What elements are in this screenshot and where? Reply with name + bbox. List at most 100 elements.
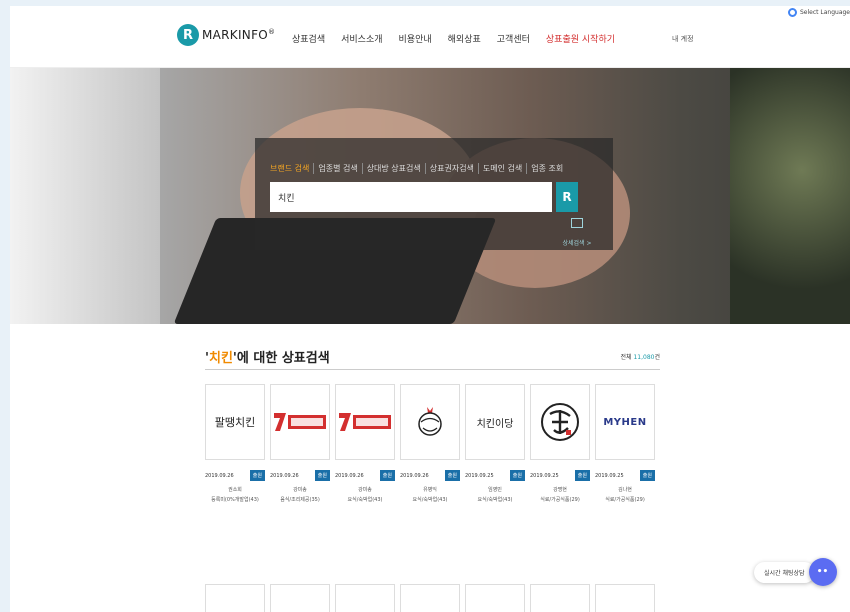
result-class: 등록미(0%개발업(43) [211, 497, 259, 503]
trademark-image[interactable] [400, 384, 460, 460]
status-badge: 출원 [444, 470, 460, 481]
result-owner: 강미송 [358, 487, 372, 493]
chat-bubble-icon[interactable]: •• [808, 558, 837, 586]
status-badge: 출원 [249, 470, 265, 481]
nav-item-service-intro[interactable]: 서비스소개 [341, 32, 382, 45]
result-class: 음식/조리제공(35) [280, 497, 320, 503]
trademark-image[interactable] [530, 384, 590, 460]
result-card[interactable]: 2019.09.26 출원 강미송 음식/조리제공(35) [270, 384, 330, 503]
results-header: '치킨'에 대한 상표검색 전체 11,080건 [205, 344, 660, 370]
result-meta: 2019.09.26 출원 [400, 470, 460, 481]
trademark-image[interactable] [595, 584, 655, 612]
trademark-image[interactable] [530, 584, 590, 612]
result-meta: 2019.09.25 출원 [595, 470, 655, 481]
site-logo[interactable]: R MARKINFO® [177, 24, 275, 46]
result-card[interactable]: 치킨이당 2019.09.25 출원 임영민 요식/숙박업(43) [465, 384, 525, 503]
results-grid: 팔땡치킨 2019.09.26 출원 권소희 등록미(0%개발업(43) 201… [205, 384, 660, 503]
result-owner: 김나현 [618, 487, 632, 493]
detail-search-label: 상세검색 > [562, 240, 592, 247]
tab-industry-search[interactable]: 업종별 검색 [318, 163, 363, 174]
status-badge: 출원 [574, 470, 590, 481]
trademark-image[interactable]: 팔땡치킨 [205, 384, 265, 460]
logo-wordmark: MARKINFO [202, 28, 269, 42]
result-date: 2019.09.25 [465, 472, 494, 479]
results-count: 전체 11,080건 [621, 352, 660, 361]
tab-industry-lookup[interactable]: 업종 조회 [531, 163, 567, 174]
result-owner: 권소희 [228, 487, 242, 493]
nav-item-support[interactable]: 고객센터 [497, 32, 530, 45]
result-owner: 유병익 [423, 487, 437, 493]
result-owner: 임영민 [488, 487, 502, 493]
tab-owner-search[interactable]: 상표권자검색 [430, 163, 479, 174]
result-card[interactable]: 2019.09.26 출원 강미송 요식/숙박업(43) [335, 384, 395, 503]
search-tabs: 브랜드 검색 업종별 검색 상대방 상표검색 상표권자검색 도메인 검색 업종 … [270, 163, 571, 174]
result-date: 2019.09.26 [205, 472, 234, 479]
result-meta: 2019.09.26 출원 [270, 470, 330, 481]
trademark-image[interactable] [465, 584, 525, 612]
result-meta: 2019.09.25 출원 [530, 470, 590, 481]
search-input[interactable] [270, 182, 552, 212]
result-class: 식료/가공식품(29) [605, 497, 645, 503]
result-date: 2019.09.25 [530, 472, 559, 479]
tab-domain-search[interactable]: 도메인 검색 [483, 163, 528, 174]
result-date: 2019.09.26 [270, 472, 299, 479]
trademark-image-text: 팔땡치킨 [214, 416, 256, 429]
status-badge: 출원 [509, 470, 525, 481]
trademark-image[interactable] [335, 584, 395, 612]
trademark-image-text: 치킨이당 [476, 418, 514, 430]
language-label: Select Language [799, 9, 850, 16]
result-date: 2019.09.26 [400, 472, 429, 479]
results-count-suffix: 건 [654, 354, 660, 361]
my-account-link[interactable]: 내 계정 [672, 34, 694, 44]
nav-item-trademark-search[interactable]: 상표검색 [292, 32, 325, 45]
search-button[interactable]: R [556, 182, 578, 212]
trademark-image[interactable]: 치킨이당 [465, 384, 525, 460]
trademark-image[interactable] [270, 384, 330, 460]
trademark-image[interactable] [205, 584, 265, 612]
result-card[interactable]: 2019.09.25 출원 강명현 식료/가공식품(29) [530, 384, 590, 503]
result-card[interactable]: MYHEN 2019.09.25 출원 김나현 식료/가공식품(29) [595, 384, 655, 503]
status-badge: 출원 [639, 470, 655, 481]
hero-laptop-lid [10, 68, 160, 324]
result-meta: 2019.09.26 출원 [335, 470, 395, 481]
results-keyword: 치킨 [208, 351, 233, 366]
result-owner: 강미송 [293, 487, 307, 493]
main-nav: 상표검색 서비스소개 비용안내 해외상표 고객센터 상표출원 시작하기 [292, 32, 631, 45]
language-selector[interactable]: Select Language [787, 8, 850, 17]
google-icon [787, 8, 797, 17]
tab-opponent-search[interactable]: 상대방 상표검색 [367, 163, 426, 174]
search-results: '치킨'에 대한 상표검색 전체 11,080건 팔땡치킨 2019.09.26… [205, 344, 660, 503]
result-class: 식료/가공식품(29) [540, 497, 580, 503]
trademark-image[interactable] [270, 584, 330, 612]
chat-label[interactable]: 실시간 채팅상담 [754, 561, 815, 583]
detail-search-icon [571, 218, 583, 228]
hero-plant [730, 68, 850, 324]
trademark-image[interactable]: MYHEN [595, 384, 655, 460]
status-badge: 출원 [314, 470, 330, 481]
detail-search-link[interactable]: 상세검색 > [557, 218, 597, 249]
nav-item-start-filing[interactable]: 상표출원 시작하기 [546, 32, 615, 45]
result-owner: 강명현 [553, 487, 567, 493]
nav-item-pricing[interactable]: 비용안내 [399, 32, 432, 45]
result-card[interactable]: 팔땡치킨 2019.09.26 출원 권소희 등록미(0%개발업(43) [205, 384, 265, 503]
site-header: R MARKINFO® 상표검색 서비스소개 비용안내 해외상표 고객센터 상표… [10, 6, 850, 68]
result-date: 2019.09.26 [335, 472, 364, 479]
trademark-image[interactable] [335, 384, 395, 460]
result-card[interactable]: 2019.09.26 출원 유병익 요식/숙박업(43) [400, 384, 460, 503]
live-chat-widget[interactable]: 실시간 채팅상담 •• [754, 550, 850, 594]
search-panel: 브랜드 검색 업종별 검색 상대방 상표검색 상표권자검색 도메인 검색 업종 … [255, 138, 613, 250]
trademark-image[interactable] [400, 584, 460, 612]
logo-text: MARKINFO® [202, 28, 275, 42]
tab-brand-search[interactable]: 브랜드 검색 [270, 163, 315, 174]
trademark-image-text: MYHEN [603, 416, 647, 428]
pizza-chicken-logo-icon [339, 413, 391, 431]
result-meta: 2019.09.25 출원 [465, 470, 525, 481]
pizza-chicken-logo-icon [274, 413, 326, 431]
chicken-icon [418, 407, 442, 436]
result-class: 요식/숙박업(43) [347, 497, 383, 503]
calligraphy-logo-icon [541, 403, 579, 441]
result-meta: 2019.09.26 출원 [205, 470, 265, 481]
result-class: 요식/숙박업(43) [412, 497, 448, 503]
nav-item-overseas[interactable]: 해외상표 [448, 32, 481, 45]
results-title: '치킨'에 대한 상표검색 [205, 351, 330, 366]
